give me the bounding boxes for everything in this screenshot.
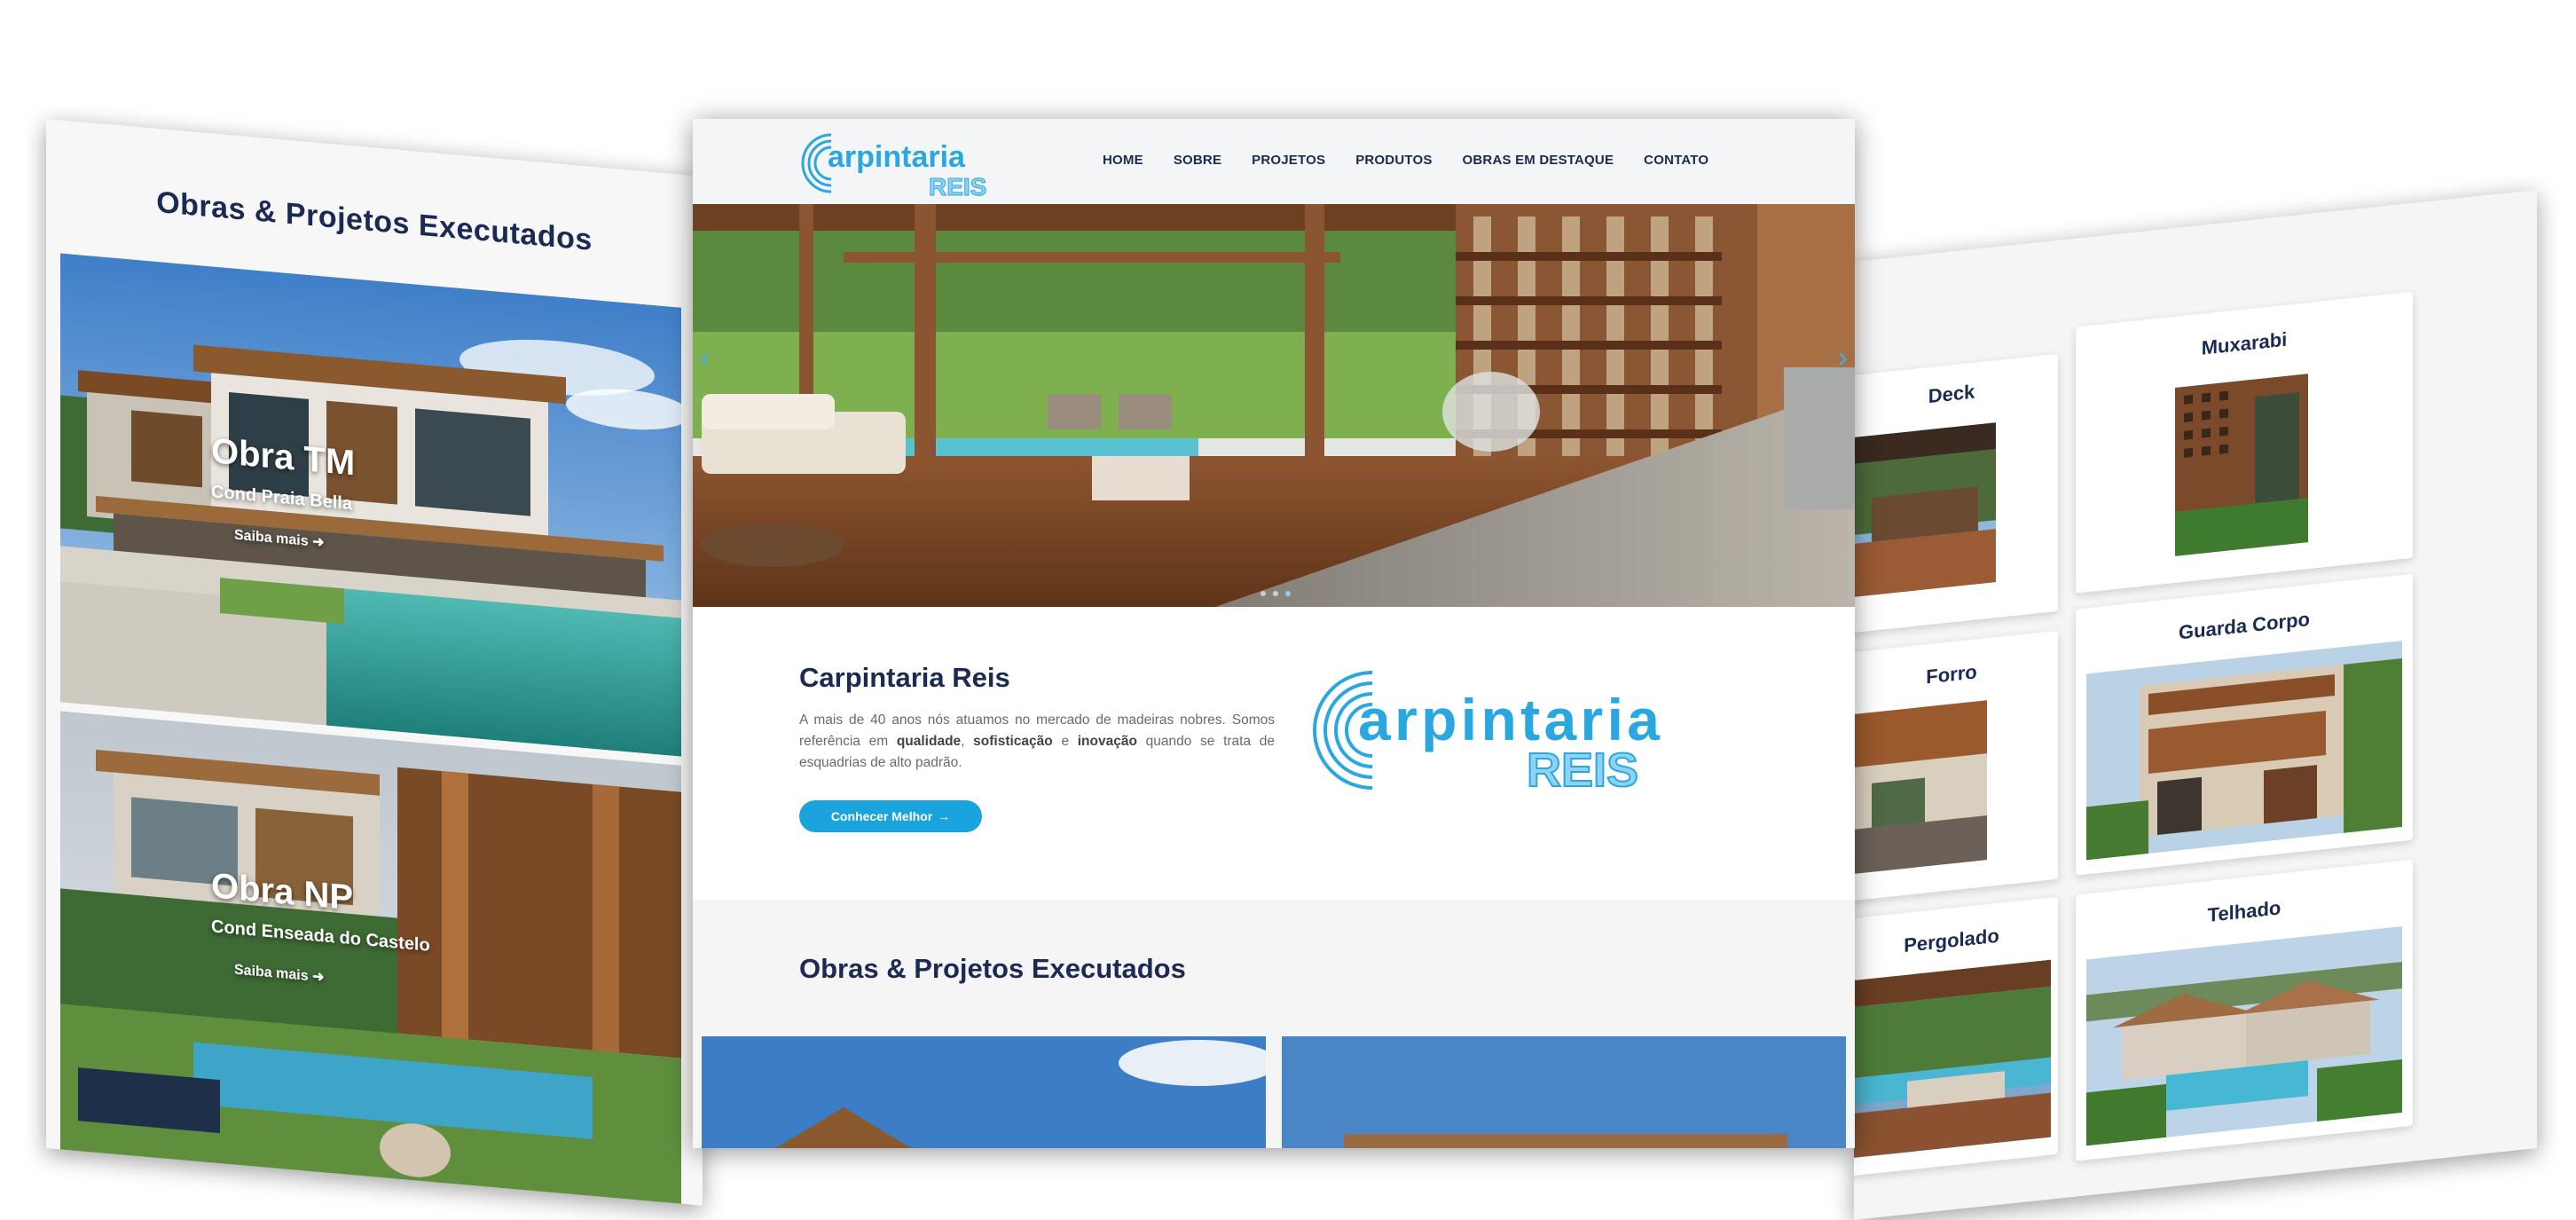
project-thumbnail[interactable] <box>702 1036 1266 1148</box>
about-text-bold: inovação <box>1077 734 1137 749</box>
product-card-guarda-corpo[interactable]: Guarda Corpo <box>2076 573 2413 876</box>
hero-slider[interactable]: arpintaria REIS HOME SOBRE PROJETOS PROD… <box>693 119 1855 607</box>
project-card-caption: Obra NP Cond Enseada do Castelo Saiba ma… <box>211 866 430 996</box>
product-card-muxarabi[interactable]: Muxarabi <box>2076 291 2413 594</box>
slider-prev-icon[interactable]: ‹ <box>700 341 710 375</box>
product-title: Muxarabi <box>2201 327 2288 359</box>
project-thumbnail-photo <box>702 1036 1266 1148</box>
arrow-right-icon: ➜ <box>312 969 325 986</box>
muxarabi-photo <box>2175 374 2308 556</box>
center-site-preview: arpintaria REIS HOME SOBRE PROJETOS PROD… <box>693 119 1855 1148</box>
about-text-bold: qualidade <box>896 734 962 749</box>
about-text-part: e <box>1052 734 1078 749</box>
product-title: Pergolado <box>1904 924 1999 957</box>
about-section: Carpintaria Reis A mais de 40 anos nós a… <box>693 607 1855 900</box>
deck-photo <box>1854 422 1996 597</box>
project-card-obra-np[interactable]: Obra NP Cond Enseada do Castelo Saiba ma… <box>60 711 681 1206</box>
nav-produtos[interactable]: PRODUTOS <box>1355 153 1432 168</box>
logo-text-bottom: REIS <box>929 173 986 201</box>
project-location: Cond Praia Bella <box>211 482 352 515</box>
nav-home[interactable]: HOME <box>1103 153 1143 168</box>
project-thumbnail[interactable] <box>1282 1036 1846 1148</box>
slider-dots <box>1261 591 1291 596</box>
about-title: Carpintaria Reis <box>799 662 1010 693</box>
about-text-bold: sofisticação <box>973 734 1053 749</box>
project-location: Cond Enseada do Castelo <box>211 917 430 956</box>
main-nav: HOME SOBRE PROJETOS PRODUTOS OBRAS EM DE… <box>1103 153 1739 168</box>
site-header: arpintaria REIS HOME SOBRE PROJETOS PROD… <box>693 119 1855 204</box>
product-card-forro[interactable]: Forro <box>1854 630 2058 901</box>
project-card-obra-tm[interactable]: Obra TM Cond Praia Bella Saiba mais ➜ <box>60 253 681 757</box>
logo-text-top: arpintaria <box>828 140 966 174</box>
carpintaria-reis-logo[interactable]: arpintaria REIS <box>789 126 1033 201</box>
house-photo-1 <box>60 253 681 757</box>
right-preview-panel: Deck Muxarabi Forro Guarda Corpo Pergola… <box>1854 190 2537 1220</box>
about-text: A mais de 40 anos nós atuamos no mercado… <box>799 710 1275 774</box>
logo-text-top: arpintaria <box>1358 687 1661 752</box>
guarda-corpo-photo <box>2086 640 2402 861</box>
arrow-right-icon: ➜ <box>312 534 325 551</box>
product-title: Deck <box>1928 380 1975 408</box>
project-card-caption: Obra TM Cond Praia Bella Saiba mais ➜ <box>211 431 355 554</box>
product-card-pergolado[interactable]: Pergolado <box>1854 896 2058 1177</box>
product-card-telhado[interactable]: Telhado <box>2076 859 2413 1161</box>
slider-dot-active[interactable] <box>1285 591 1291 596</box>
logo-text-bottom: REIS <box>1527 744 1638 797</box>
telhado-photo <box>2086 925 2402 1146</box>
slider-dot[interactable] <box>1273 591 1278 596</box>
slider-dot[interactable] <box>1261 591 1266 596</box>
product-title: Forro <box>1926 660 1977 689</box>
slider-next-icon[interactable]: › <box>1838 341 1848 375</box>
left-preview-panel: Obras & Projetos Executados Obra TM Cond… <box>46 119 703 1206</box>
product-card-deck[interactable]: Deck <box>1854 353 2058 634</box>
nav-obras-em-destaque[interactable]: OBRAS EM DESTAQUE <box>1463 153 1614 168</box>
about-text-part: , <box>961 734 974 749</box>
arrow-right-icon: → <box>938 809 951 823</box>
nav-sobre[interactable]: SOBRE <box>1174 153 1221 168</box>
carpintaria-reis-large-logo: arpintaria REIS <box>1313 671 1661 797</box>
nav-contato[interactable]: CONTATO <box>1644 153 1708 168</box>
projects-section: Obras & Projetos Executados <box>693 900 1855 1148</box>
pergolado-photo <box>1854 959 2051 1158</box>
conhecer-melhor-button[interactable]: Conhecer Melhor → <box>799 800 982 832</box>
forro-photo <box>1854 700 1987 874</box>
button-label: Conhecer Melhor <box>830 809 933 823</box>
projects-title: Obras & Projetos Executados <box>799 953 1186 984</box>
project-thumbnail-photo <box>1282 1036 1846 1148</box>
nav-projetos[interactable]: PROJETOS <box>1252 153 1325 168</box>
section-title: Obras & Projetos Executados <box>156 185 593 257</box>
